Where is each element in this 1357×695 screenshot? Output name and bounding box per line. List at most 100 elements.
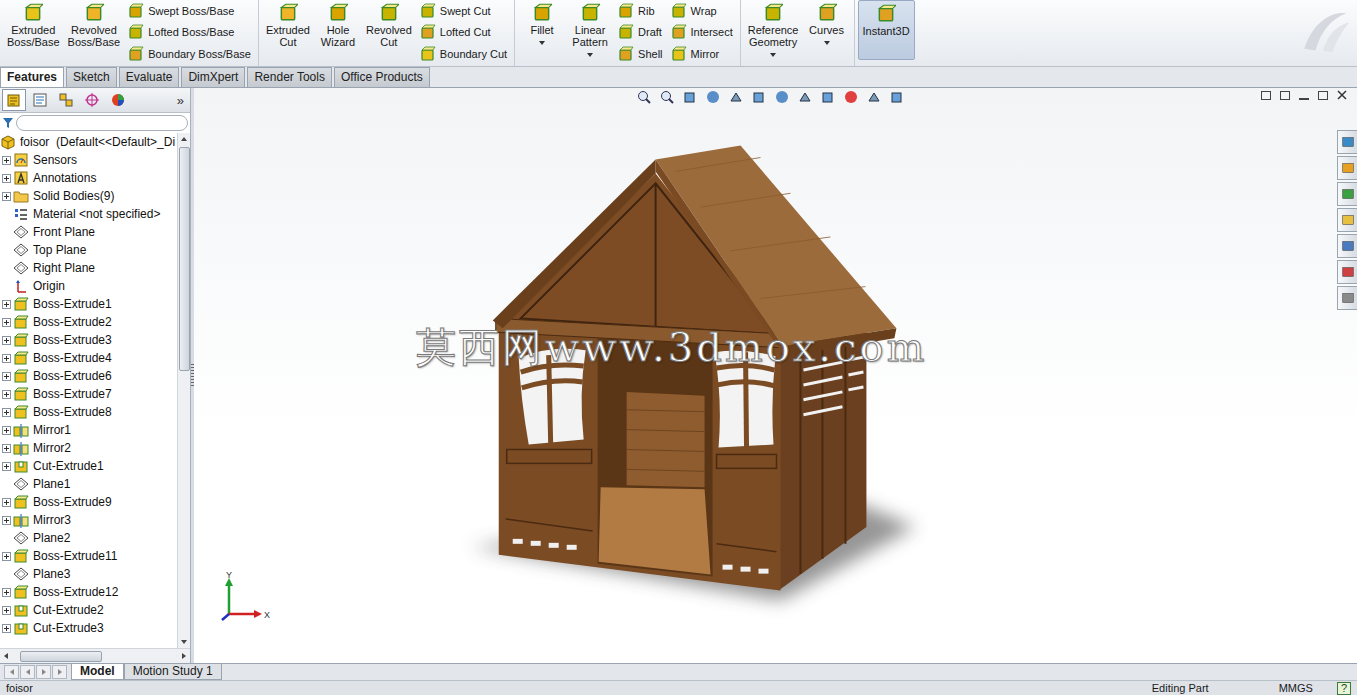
tile-icon[interactable] (1280, 91, 1290, 100)
task-pane-tab[interactable] (1337, 182, 1357, 206)
expand-icon[interactable] (2, 372, 11, 381)
view-tool-icon[interactable] (636, 89, 652, 105)
view-tool-icon[interactable] (751, 89, 767, 105)
expand-icon[interactable] (2, 588, 11, 597)
expand-icon[interactable] (2, 534, 11, 543)
view-tool-icon[interactable] (820, 89, 836, 105)
expand-icon[interactable] (2, 444, 11, 453)
tree-item[interactable]: Boss-Extrude8 (0, 403, 177, 421)
view-tool-icon[interactable] (728, 89, 744, 105)
graphics-area[interactable]: 莫西网www.3dmox.comYX (194, 88, 1357, 663)
minimize-icon[interactable] (1299, 91, 1309, 100)
house-model[interactable] (194, 88, 1357, 663)
last-tab-icon[interactable] (52, 665, 67, 679)
tree-item[interactable]: Cut-Extrude1 (0, 457, 177, 475)
ribbon-small-button[interactable]: Intersect (671, 23, 733, 42)
tree-item[interactable]: Boss-Extrude12 (0, 583, 177, 601)
tree-item[interactable]: Boss-Extrude3 (0, 331, 177, 349)
task-pane-tab[interactable] (1337, 234, 1357, 258)
ribbon-button[interactable]: RevolvedBoss/Base (64, 0, 125, 50)
ribbon-button[interactable]: Curves (803, 0, 851, 47)
tree-item[interactable]: Boss-Extrude2 (0, 313, 177, 331)
configuration-tab[interactable] (54, 89, 78, 111)
ribbon-small-button[interactable]: Rib (618, 1, 662, 20)
scroll-left-icon[interactable] (4, 653, 8, 659)
expand-icon[interactable] (2, 282, 11, 291)
ribbon-button[interactable]: ReferenceGeometry (744, 0, 803, 59)
tree-item[interactable]: Boss-Extrude11 (0, 547, 177, 565)
tree-item[interactable]: Cut-Extrude2 (0, 601, 177, 619)
task-pane-tab[interactable] (1337, 156, 1357, 180)
ribbon-small-button[interactable]: Lofted Cut (420, 23, 507, 42)
command-tab[interactable]: Render Tools (247, 67, 332, 87)
expand-icon[interactable] (2, 210, 11, 219)
ribbon-button[interactable]: Instant3D (858, 0, 915, 60)
property-tab[interactable] (28, 89, 52, 111)
feature-tree-tab[interactable] (2, 89, 26, 111)
restore-icon[interactable] (1318, 91, 1328, 100)
scroll-thumb[interactable] (20, 651, 102, 662)
expand-icon[interactable] (2, 552, 11, 561)
ribbon-small-button[interactable]: Shell (618, 44, 662, 63)
expand-icon[interactable] (2, 246, 11, 255)
expand-icon[interactable] (2, 336, 11, 345)
expand-icon[interactable] (2, 192, 11, 201)
expand-icon[interactable] (2, 318, 11, 327)
ribbon-small-button[interactable]: Boundary Cut (420, 44, 507, 63)
ribbon-small-button[interactable]: Wrap (671, 1, 733, 20)
tree-item[interactable]: Plane3 (0, 565, 177, 583)
filter-input[interactable] (16, 115, 188, 131)
expand-icon[interactable] (2, 354, 11, 363)
ribbon-small-button[interactable]: Draft (618, 23, 662, 42)
dimxpert-tab[interactable] (80, 89, 104, 111)
ribbon-small-button[interactable]: Swept Cut (420, 1, 507, 20)
tree-item[interactable]: Right Plane (0, 259, 177, 277)
tree-item[interactable]: Plane2 (0, 529, 177, 547)
dropdown-caret-icon[interactable] (539, 41, 545, 45)
scroll-down-icon[interactable] (181, 640, 187, 644)
tree-item[interactable]: Front Plane (0, 223, 177, 241)
more-tabs-button[interactable]: » (177, 93, 188, 108)
expand-icon[interactable] (2, 264, 11, 273)
ribbon-small-button[interactable]: Mirror (671, 44, 733, 63)
task-pane-tab[interactable] (1337, 286, 1357, 310)
view-tool-icon[interactable] (797, 89, 813, 105)
expand-icon[interactable] (2, 426, 11, 435)
tree-item[interactable]: Annotations (0, 169, 177, 187)
tile-icon[interactable] (1261, 91, 1271, 100)
vertical-scrollbar[interactable] (177, 133, 190, 648)
next-tab-icon[interactable] (36, 665, 51, 679)
tree-item[interactable]: Mirror1 (0, 421, 177, 439)
task-pane-tab[interactable] (1337, 260, 1357, 284)
view-tool-icon[interactable] (682, 89, 698, 105)
tree-item[interactable]: Sensors (0, 151, 177, 169)
view-tool-icon[interactable] (843, 89, 859, 105)
prev-tab-icon[interactable] (20, 665, 35, 679)
ribbon-small-button[interactable]: Swept Boss/Base (128, 1, 251, 20)
task-pane-tab[interactable] (1337, 130, 1357, 154)
tree-item[interactable]: Cut-Extrude3 (0, 619, 177, 637)
scroll-right-icon[interactable] (182, 653, 186, 659)
expand-icon[interactable] (2, 300, 11, 309)
view-tool-icon[interactable] (889, 89, 905, 105)
tree-item[interactable]: Boss-Extrude7 (0, 385, 177, 403)
ribbon-button[interactable]: ExtrudedCut (262, 0, 314, 50)
tree-item[interactable]: Mirror3 (0, 511, 177, 529)
tree-item[interactable]: Boss-Extrude4 (0, 349, 177, 367)
tree-item[interactable]: Boss-Extrude9 (0, 493, 177, 511)
scroll-thumb[interactable] (179, 147, 190, 371)
dropdown-caret-icon[interactable] (770, 53, 776, 57)
command-tab[interactable]: Features (0, 67, 64, 87)
units[interactable]: MMGS (1279, 682, 1313, 695)
expand-icon[interactable] (2, 390, 11, 399)
tree-item[interactable]: Boss-Extrude1 (0, 295, 177, 313)
ribbon-button[interactable]: LinearPattern (566, 0, 614, 59)
expand-icon[interactable] (2, 516, 11, 525)
tree-item[interactable]: Plane1 (0, 475, 177, 493)
expand-icon[interactable] (2, 228, 11, 237)
task-pane-tab[interactable] (1337, 208, 1357, 232)
tree-item[interactable]: Material <not specified> (0, 205, 177, 223)
view-tool-icon[interactable] (774, 89, 790, 105)
expand-icon[interactable] (2, 462, 11, 471)
ribbon-small-button[interactable]: Lofted Boss/Base (128, 23, 251, 42)
